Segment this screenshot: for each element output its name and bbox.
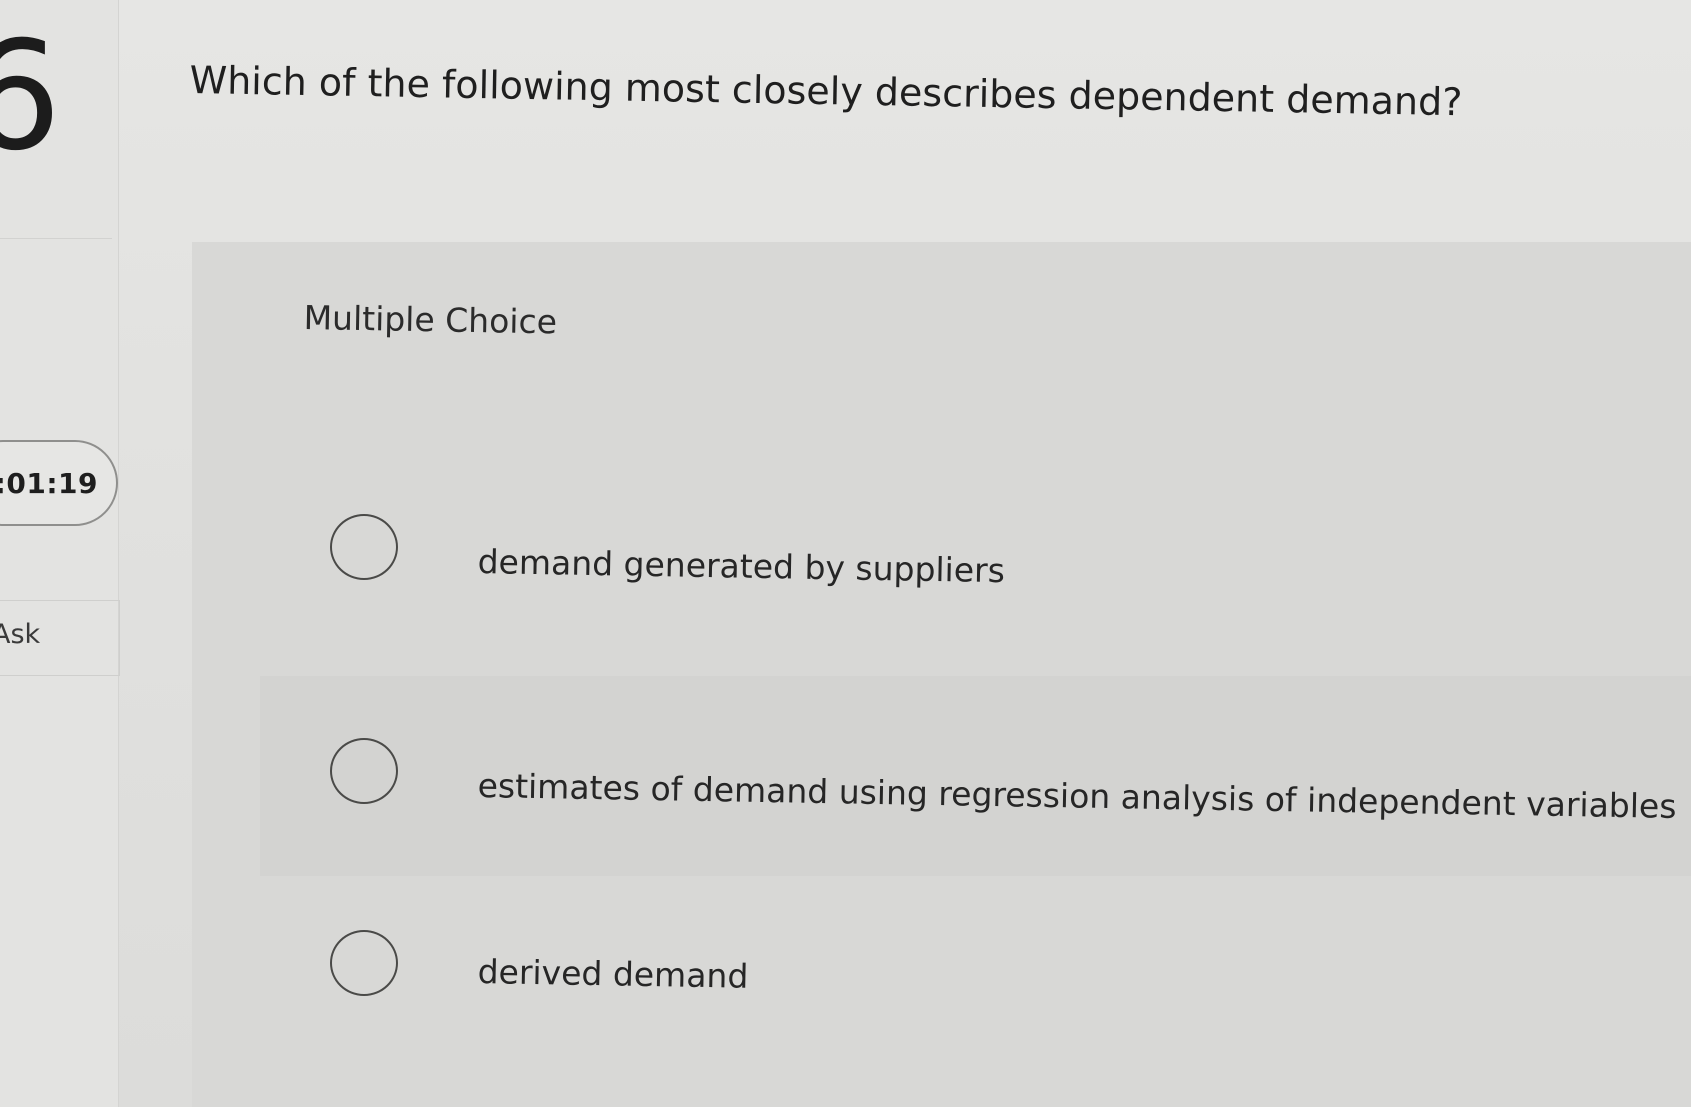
question-text: Which of the following most closely desc…	[189, 58, 1463, 125]
radio-button[interactable]	[330, 738, 398, 804]
choice-label[interactable]: demand generated by suppliers	[477, 542, 1005, 590]
choice-label[interactable]: estimates of demand using regression ana…	[477, 766, 1676, 826]
timer-text: 00:01:19	[0, 467, 98, 500]
left-rail: 6 00:01:19 Ask	[0, 0, 120, 1107]
question-number: 6	[0, 10, 62, 184]
ask-label: Ask	[0, 619, 41, 650]
choice-option[interactable]: demand generated by suppliers	[260, 462, 1691, 662]
ask-button[interactable]: Ask	[0, 600, 120, 676]
question-type-label: Multiple Choice	[303, 298, 558, 342]
radio-button[interactable]	[330, 930, 398, 996]
choice-option[interactable]: derived demand	[260, 890, 1691, 1090]
timer-pill[interactable]: 00:01:19	[0, 440, 118, 526]
rail-divider	[0, 238, 112, 239]
choice-option[interactable]: estimates of demand using regression ana…	[260, 676, 1691, 876]
radio-button[interactable]	[330, 514, 398, 580]
choice-label[interactable]: derived demand	[477, 952, 748, 996]
